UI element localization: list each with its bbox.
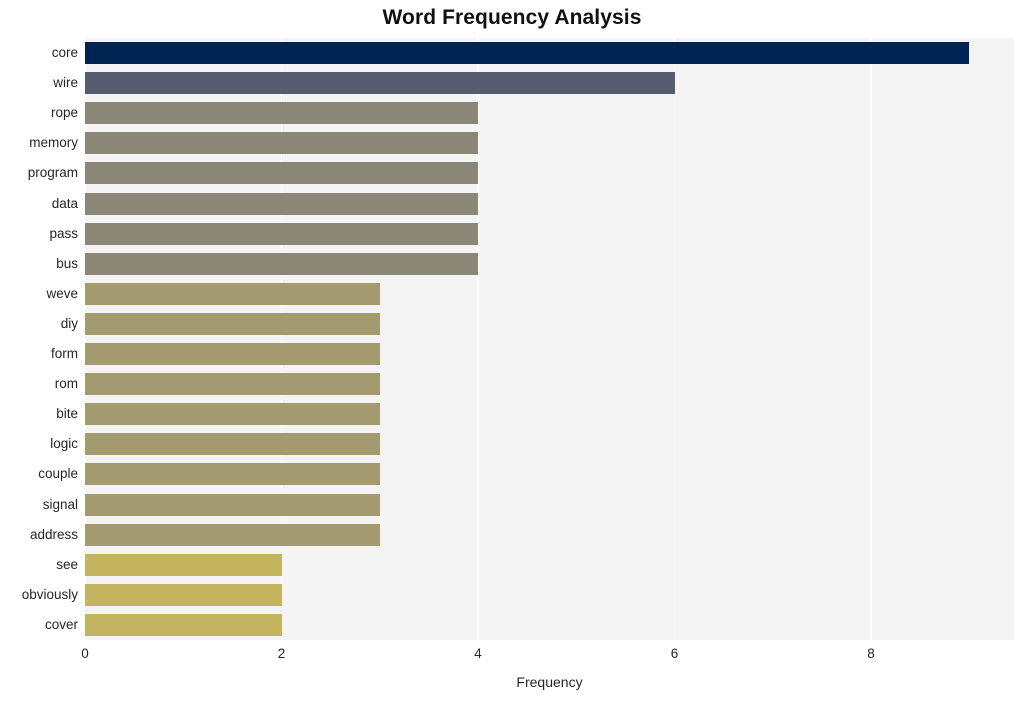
x-tick-label-8: 8	[867, 646, 875, 661]
y-tick-label-couple: couple	[38, 466, 78, 482]
bar-row	[85, 343, 1014, 366]
bar-form	[85, 343, 380, 366]
y-tick-label-diy: diy	[60, 315, 78, 331]
bar-row	[85, 553, 1014, 576]
bar-row	[85, 403, 1014, 426]
bar-row	[85, 222, 1014, 245]
bar-wire	[85, 72, 675, 95]
y-tick-label-logic: logic	[50, 436, 78, 452]
y-tick-label-weve: weve	[46, 285, 78, 301]
bar-see	[85, 553, 282, 576]
bar-row	[85, 463, 1014, 486]
chart-figure: Word Frequency Analysis core wire rope memo…	[0, 0, 1024, 701]
bar-core	[85, 42, 970, 65]
gridline-x-0	[84, 38, 86, 640]
bar-logic	[85, 433, 380, 456]
x-tick-label-6: 6	[670, 646, 679, 661]
y-tick-label-wire: wire	[53, 75, 78, 91]
bar-row	[85, 192, 1014, 215]
y-tick-label-cover: cover	[44, 616, 78, 632]
y-tick-label-memory: memory	[29, 135, 78, 151]
bar-program	[85, 162, 479, 185]
bar-row	[85, 132, 1014, 155]
bar-cover	[85, 613, 282, 636]
y-tick-label-bus: bus	[56, 255, 78, 271]
gridline-x-4	[870, 38, 872, 640]
bar-row	[85, 312, 1014, 335]
bar-weve	[85, 282, 380, 305]
gridline-x-3	[673, 38, 676, 640]
x-tick-label-0: 0	[81, 646, 89, 661]
y-tick-label-program: program	[27, 165, 78, 181]
bar-bus	[85, 252, 479, 275]
bar-row	[85, 613, 1014, 636]
y-tick-label-data: data	[51, 195, 78, 211]
gridline-x-1	[280, 38, 283, 640]
gridline-x-2	[477, 38, 479, 640]
y-tick-label-rope: rope	[50, 105, 78, 121]
bar-address	[85, 523, 380, 546]
plot-area	[84, 38, 1014, 640]
bar-row	[85, 583, 1014, 606]
bar-memory	[85, 132, 479, 155]
bar-bite	[85, 403, 380, 426]
bar-row	[85, 42, 1014, 65]
bar-signal	[85, 493, 380, 516]
y-axis-tick-labels: core wire rope memory program data pass bus weve…	[0, 38, 78, 640]
y-tick-label-signal: signal	[42, 496, 78, 512]
bar-row	[85, 523, 1014, 546]
bar-row	[85, 252, 1014, 275]
y-tick-label-rom: rom	[54, 376, 78, 392]
y-tick-label-obviously: obviously	[21, 586, 78, 602]
bar-row	[85, 282, 1014, 305]
bar-row	[85, 433, 1014, 456]
x-tick-label-4: 4	[474, 646, 482, 661]
y-tick-label-see: see	[56, 556, 78, 572]
y-tick-label-pass: pass	[49, 225, 78, 241]
y-tick-label-address: address	[29, 526, 78, 542]
bar-rope	[85, 102, 479, 125]
bar-obviously	[85, 583, 282, 606]
bar-pass	[85, 222, 479, 245]
bar-row	[85, 162, 1014, 185]
x-tick-label-2: 2	[277, 646, 286, 661]
bar-diy	[85, 312, 380, 335]
bar-data	[85, 192, 479, 215]
x-axis-label: Frequency	[516, 674, 583, 690]
bar-rom	[85, 373, 380, 396]
bar-row	[85, 102, 1014, 125]
y-tick-label-form: form	[51, 346, 78, 362]
bar-row	[85, 72, 1014, 95]
bar-couple	[85, 463, 380, 486]
x-axis-tick-labels: 0 2 4 6 8	[0, 646, 1024, 668]
bar-row	[85, 373, 1014, 396]
y-tick-label-core: core	[51, 45, 78, 61]
y-tick-label-bite: bite	[56, 406, 78, 422]
chart-title: Word Frequency Analysis	[382, 6, 642, 29]
bar-row	[85, 493, 1014, 516]
